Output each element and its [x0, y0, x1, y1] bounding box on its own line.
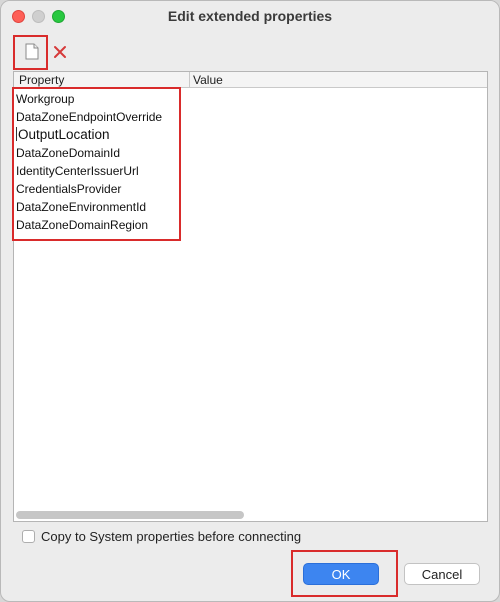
- table-row[interactable]: DataZoneEnvironmentId: [16, 198, 162, 216]
- new-property-button[interactable]: [18, 39, 46, 69]
- property-cell: CredentialsProvider: [16, 182, 122, 196]
- table-row[interactable]: OutputLocation: [16, 126, 162, 144]
- copy-to-system-label: Copy to System properties before connect…: [41, 529, 302, 544]
- cancel-button-label: Cancel: [421, 567, 463, 582]
- copy-to-system-checkbox[interactable]: [22, 530, 35, 543]
- horizontal-scrollbar[interactable]: [16, 511, 244, 519]
- dialog-window: Edit extended properties Property Value …: [0, 0, 500, 602]
- delete-x-icon: [53, 45, 67, 64]
- table-row[interactable]: Workgroup: [16, 90, 162, 108]
- table-header: Property Value: [14, 72, 487, 88]
- text-caret: [16, 127, 17, 141]
- delete-property-button[interactable]: [46, 39, 74, 69]
- ok-button-label: OK: [331, 567, 351, 582]
- window-title: Edit extended properties: [167, 8, 333, 24]
- property-cell: DataZoneEnvironmentId: [16, 200, 147, 214]
- table-rows: Workgroup DataZoneEndpointOverride Outpu…: [16, 90, 162, 234]
- title-bar: Edit extended properties: [1, 1, 499, 31]
- column-header-value[interactable]: Value: [193, 73, 223, 87]
- table-row[interactable]: IdentityCenterIssuerUrl: [16, 162, 162, 180]
- table-row[interactable]: DataZoneEndpointOverride: [16, 108, 162, 126]
- property-cell: DataZoneEndpointOverride: [16, 110, 163, 124]
- property-cell-editing[interactable]: OutputLocation: [18, 127, 110, 142]
- property-cell: DataZoneDomainId: [16, 146, 121, 160]
- copy-to-system-option[interactable]: Copy to System properties before connect…: [22, 529, 301, 544]
- ok-button[interactable]: OK: [303, 563, 379, 585]
- property-cell: Workgroup: [16, 92, 75, 106]
- table-row[interactable]: CredentialsProvider: [16, 180, 162, 198]
- column-header-property[interactable]: Property: [19, 73, 64, 87]
- table-row[interactable]: DataZoneDomainRegion: [16, 216, 162, 234]
- property-cell: IdentityCenterIssuerUrl: [16, 164, 139, 178]
- properties-table[interactable]: Property Value Workgroup DataZoneEndpoin…: [13, 71, 488, 522]
- new-document-icon: [25, 43, 39, 65]
- property-cell: DataZoneDomainRegion: [16, 218, 149, 232]
- cancel-button[interactable]: Cancel: [404, 563, 480, 585]
- table-row[interactable]: DataZoneDomainId: [16, 144, 162, 162]
- column-divider[interactable]: [189, 72, 190, 87]
